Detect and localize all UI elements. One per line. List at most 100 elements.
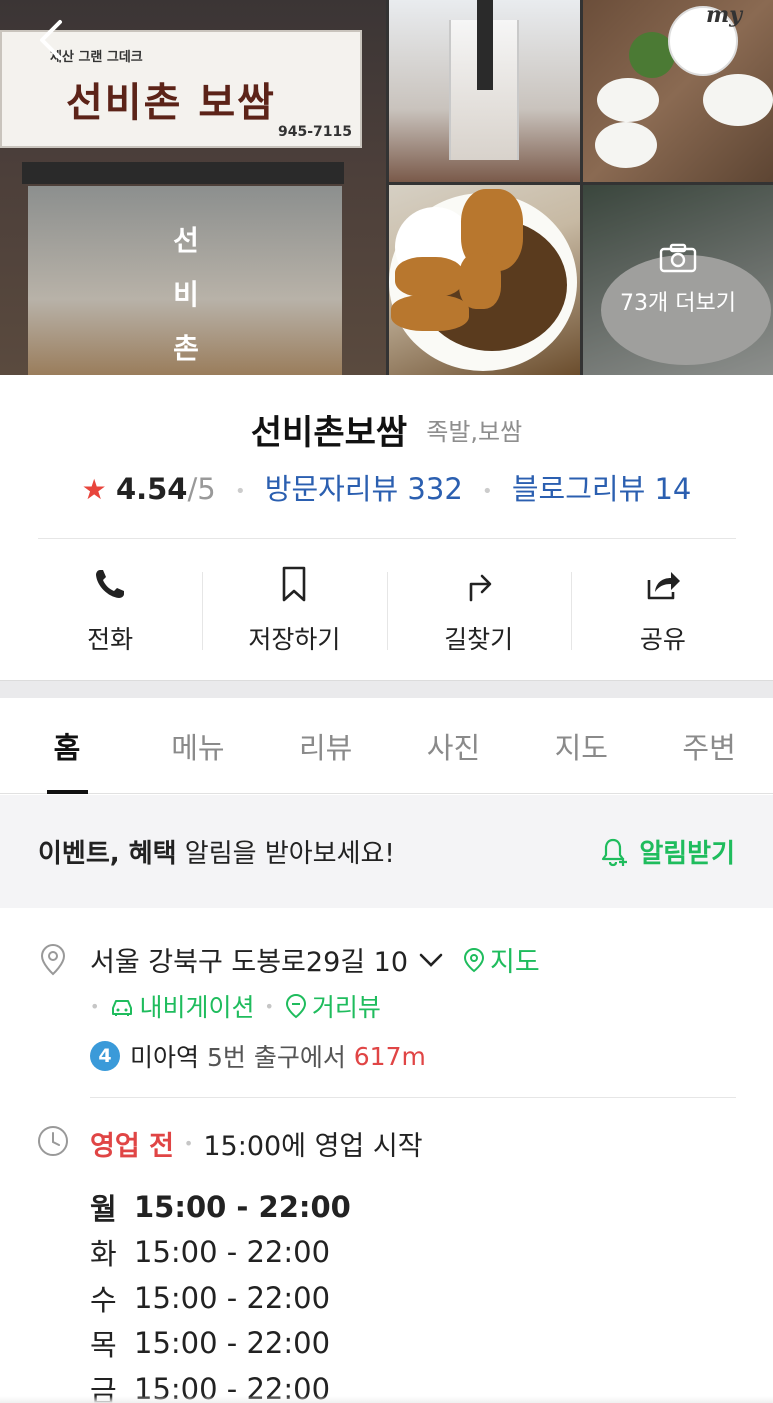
phone-icon bbox=[96, 570, 125, 598]
clock-icon bbox=[38, 1126, 68, 1156]
more-photos-label: 73개 더보기 bbox=[620, 291, 736, 316]
blog-reviews-link[interactable]: 블로그리뷰 14 bbox=[512, 472, 692, 506]
tab-nearby[interactable]: 주변 bbox=[645, 698, 773, 793]
hours-row: 화 15:00 - 22:00 bbox=[90, 1230, 351, 1276]
call-button[interactable]: 전화 bbox=[18, 558, 202, 658]
hours-day: 수 bbox=[90, 1282, 117, 1317]
dish-plate bbox=[595, 122, 657, 168]
more-photos-button[interactable]: 73개 더보기 bbox=[583, 185, 773, 375]
place-category: 족발,보쌈 bbox=[426, 418, 523, 446]
sign-name: 선비촌 보쌈 bbox=[66, 79, 276, 126]
separator-dot: • bbox=[183, 1134, 194, 1153]
business-status-detail: 15:00에 영업 시작 bbox=[203, 1131, 423, 1162]
share-icon bbox=[647, 572, 680, 600]
business-status: 영업 전 bbox=[90, 1131, 174, 1162]
door-lettering: 선비촌 bbox=[173, 224, 199, 365]
map-pin-icon bbox=[464, 947, 485, 972]
hours-day: 화 bbox=[90, 1237, 117, 1272]
station-distance: 617m bbox=[353, 1041, 426, 1071]
dish-plate bbox=[597, 78, 659, 122]
share-label: 공유 bbox=[639, 625, 686, 654]
street-view-link[interactable]: 거리뷰 bbox=[284, 988, 381, 1024]
navigation-link-label: 내비게이션 bbox=[139, 993, 255, 1022]
place-name: 선비촌보쌈 bbox=[250, 413, 408, 453]
station-exit: 5번 출구에서 bbox=[206, 1043, 346, 1072]
camera-icon bbox=[659, 243, 697, 273]
notification-rest: 알림을 받아보세요! bbox=[176, 839, 395, 869]
hours-day: 목 bbox=[90, 1328, 117, 1363]
hours-day: 월 bbox=[90, 1191, 117, 1226]
location-pin-icon bbox=[40, 943, 66, 976]
tab-photos[interactable]: 사진 bbox=[390, 698, 518, 793]
directions-icon bbox=[469, 574, 491, 602]
call-label: 전화 bbox=[87, 625, 134, 654]
address-links-row: • 내비게이션 • 거리뷰 bbox=[90, 988, 381, 1024]
star-icon: ★ bbox=[81, 473, 107, 506]
tab-map[interactable]: 지도 bbox=[517, 698, 645, 793]
hours-time: 15:00 - 22:00 bbox=[134, 1235, 331, 1270]
rating-score: 4.54 bbox=[115, 472, 188, 506]
station-name: 미아역 bbox=[130, 1043, 200, 1072]
bookmark-icon bbox=[283, 566, 306, 602]
notification-banner: 이벤트, 혜택 알림을 받아보세요! 알림받기 bbox=[0, 795, 773, 908]
sign-phone: 945-7115 bbox=[278, 124, 352, 140]
cutlet bbox=[395, 257, 463, 297]
bell-plus-icon bbox=[602, 838, 628, 866]
directions-label: 길찾기 bbox=[444, 625, 514, 654]
tab-home[interactable]: 홈 bbox=[0, 698, 134, 794]
notification-text: 이벤트, 혜택 알림을 받아보세요! bbox=[38, 833, 395, 870]
separator-dot: • bbox=[234, 480, 246, 502]
subway-line-badge: 4 bbox=[90, 1041, 120, 1071]
rating-max: /5 bbox=[187, 472, 216, 506]
action-bar: 전화 저장하기 길찾기 공유 bbox=[18, 558, 755, 658]
rating-row: ★ 4.54/5 • 방문자리뷰 332 • 블로그리뷰 14 bbox=[0, 466, 773, 508]
notification-bold: 이벤트, 혜택 bbox=[38, 839, 177, 869]
section-gap bbox=[0, 680, 773, 698]
tab-menu[interactable]: 메뉴 bbox=[134, 698, 262, 793]
back-arrow-icon[interactable] bbox=[34, 18, 74, 62]
my-badge-text: my bbox=[706, 2, 743, 28]
divider bbox=[90, 1097, 736, 1098]
hours-time: 15:00 - 22:00 bbox=[134, 1189, 351, 1224]
hours-row: 수 15:00 - 22:00 bbox=[90, 1275, 351, 1321]
divider bbox=[38, 538, 736, 539]
interior-photo[interactable] bbox=[389, 0, 580, 182]
bottom-fade bbox=[0, 1396, 773, 1403]
cutlet bbox=[391, 295, 469, 331]
hours-time: 15:00 - 22:00 bbox=[134, 1280, 331, 1315]
separator-dot: • bbox=[264, 996, 274, 1016]
subscribe-alerts-button[interactable]: 알림받기 bbox=[599, 833, 735, 870]
street-view-label: 거리뷰 bbox=[311, 993, 381, 1022]
car-icon bbox=[112, 1000, 133, 1016]
save-button[interactable]: 저장하기 bbox=[202, 558, 386, 658]
address-text[interactable]: 서울 강북구 도봉로29길 10 bbox=[90, 940, 408, 979]
address-row: 서울 강북구 도봉로29길 10 지도 bbox=[90, 940, 540, 979]
awning bbox=[22, 162, 344, 184]
cutlet bbox=[459, 253, 501, 309]
place-title-row: 선비촌보쌈 족발,보쌈 bbox=[0, 405, 773, 454]
hours-list: 월 15:00 - 22:00 화 15:00 - 22:00 수 15:00 … bbox=[90, 1184, 351, 1403]
map-link[interactable]: 지도 bbox=[462, 940, 540, 979]
tab-bar: 홈 메뉴 리뷰 사진 지도 주변 bbox=[0, 698, 773, 794]
street-view-icon bbox=[285, 993, 306, 1019]
separator-dot: • bbox=[90, 996, 100, 1016]
hours-time: 15:00 - 22:00 bbox=[134, 1326, 331, 1361]
photo-gallery[interactable]: 제산 그랜 그데크 선비촌 보쌈 945-7115 선비촌 73개 더보기 my bbox=[0, 0, 773, 375]
visitor-reviews-link[interactable]: 방문자리뷰 332 bbox=[265, 472, 463, 506]
save-label: 저장하기 bbox=[248, 625, 341, 654]
business-status-row[interactable]: 영업 전 • 15:00에 영업 시작 bbox=[90, 1124, 423, 1163]
directions-button[interactable]: 길찾기 bbox=[386, 558, 571, 658]
map-link-label: 지도 bbox=[490, 947, 540, 978]
ceiling-light bbox=[477, 0, 493, 90]
curry-photo[interactable] bbox=[389, 185, 580, 375]
tab-reviews[interactable]: 리뷰 bbox=[262, 698, 390, 793]
hours-row: 월 15:00 - 22:00 bbox=[90, 1184, 351, 1230]
navigation-link[interactable]: 내비게이션 bbox=[109, 988, 254, 1024]
subscribe-alerts-label: 알림받기 bbox=[639, 839, 735, 869]
separator-dot: • bbox=[482, 480, 493, 502]
hours-row: 목 15:00 - 22:00 bbox=[90, 1321, 351, 1367]
subway-row: 4 미아역 5번 출구에서 617m bbox=[90, 1038, 426, 1074]
dish-plate bbox=[703, 74, 773, 126]
share-button[interactable]: 공유 bbox=[570, 558, 755, 658]
chevron-down-icon[interactable] bbox=[418, 951, 444, 969]
